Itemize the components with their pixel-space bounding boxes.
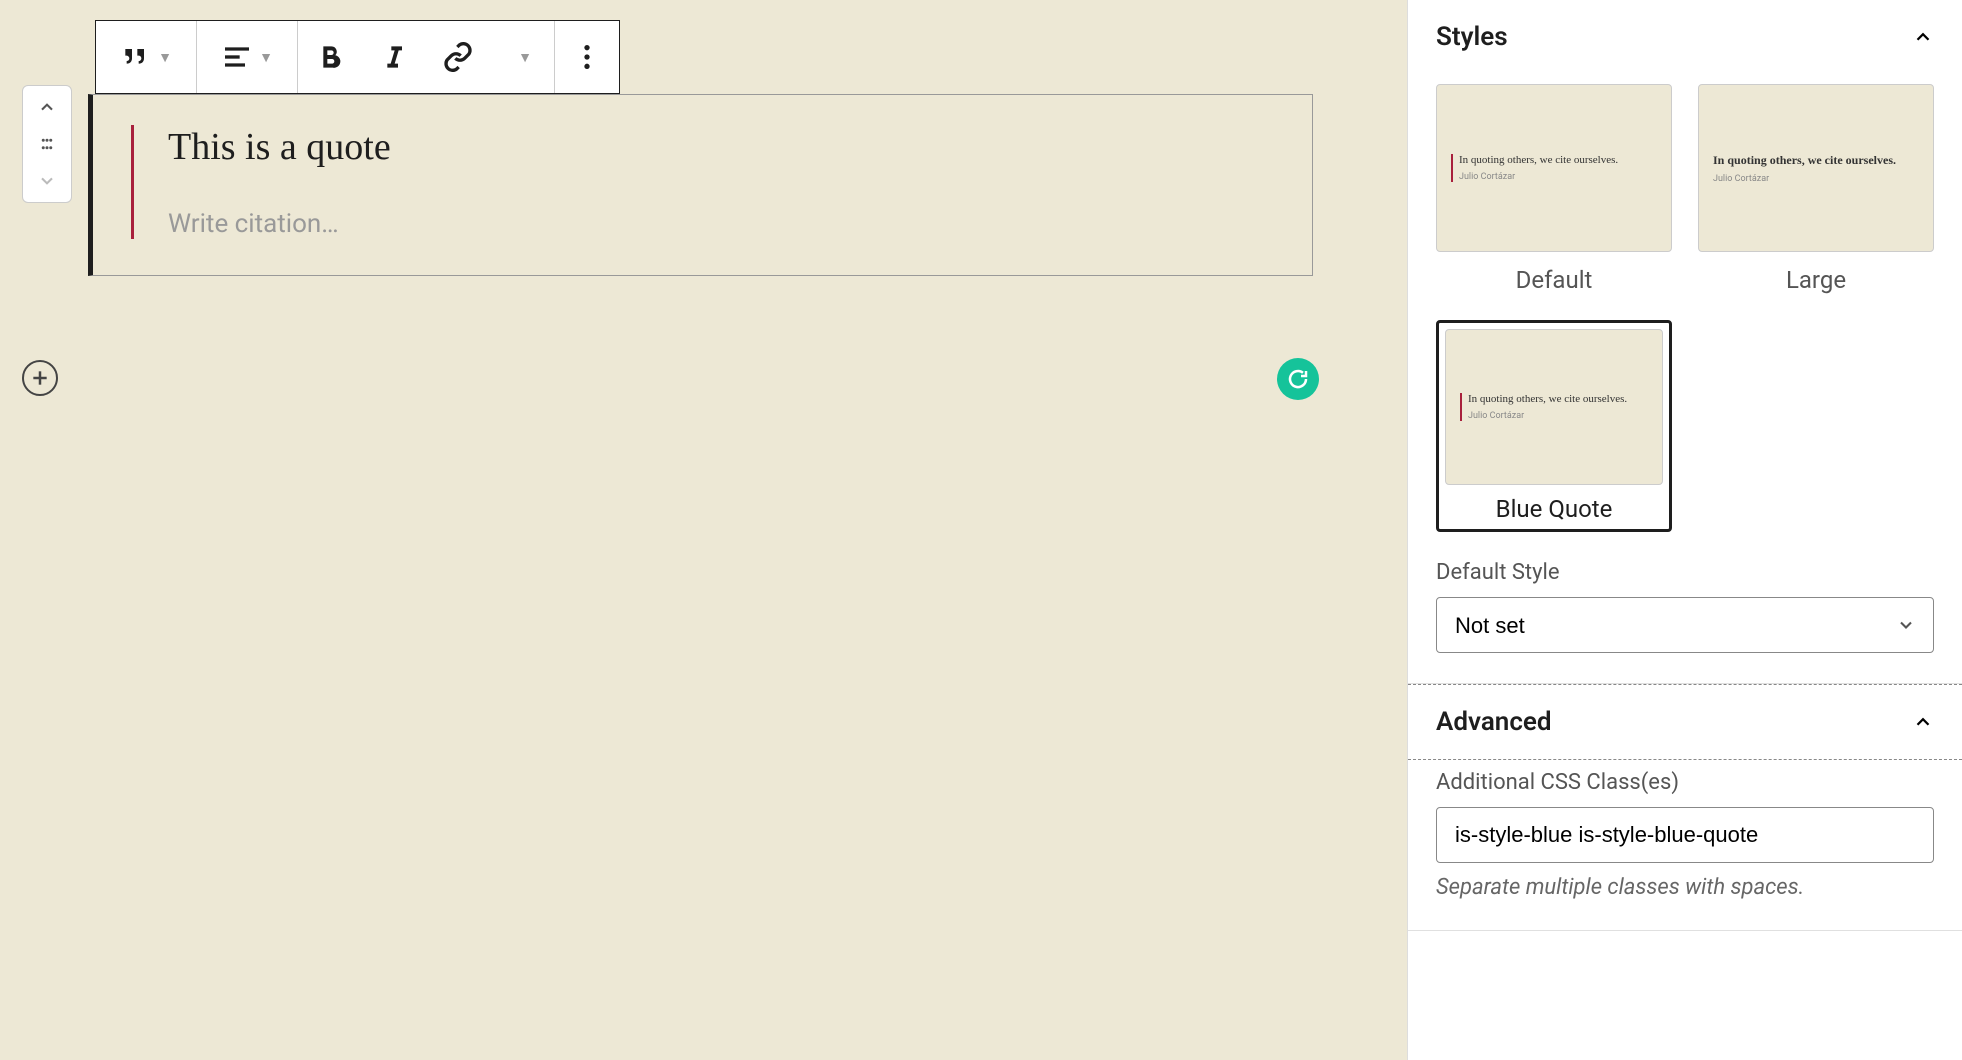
- default-style-select[interactable]: Not set: [1436, 597, 1934, 653]
- style-label: Blue Quote: [1445, 495, 1663, 523]
- style-option-default[interactable]: In quoting others, we cite ourselves. Ju…: [1436, 84, 1672, 294]
- citation-input[interactable]: Write citation…: [168, 209, 1274, 239]
- drag-handle[interactable]: [23, 126, 71, 162]
- block-type-button[interactable]: ▼: [96, 21, 196, 93]
- advanced-panel: Advanced Additional CSS Class(es) Separa…: [1408, 684, 1962, 931]
- chevron-up-icon: [1912, 711, 1934, 733]
- default-style-label: Default Style: [1436, 560, 1934, 585]
- chevron-down-icon: ▼: [259, 49, 273, 66]
- settings-sidebar: Styles In quoting others, we cite oursel…: [1407, 0, 1962, 1060]
- panel-title: Advanced: [1436, 707, 1552, 737]
- link-button[interactable]: [426, 21, 490, 93]
- move-up-button[interactable]: [23, 90, 71, 126]
- style-label: Default: [1436, 266, 1672, 294]
- grammarly-icon[interactable]: [1277, 358, 1319, 400]
- quote-text[interactable]: This is a quote: [168, 125, 1274, 169]
- css-classes-label: Additional CSS Class(es): [1436, 770, 1934, 795]
- move-down-button[interactable]: [23, 162, 71, 198]
- css-help-text: Separate multiple classes with spaces.: [1436, 875, 1934, 900]
- add-block-button[interactable]: [22, 360, 58, 396]
- panel-title: Styles: [1436, 22, 1508, 52]
- quote-block[interactable]: This is a quote Write citation…: [88, 94, 1313, 276]
- styles-panel: Styles In quoting others, we cite oursel…: [1408, 0, 1962, 684]
- chevron-down-icon: ▼: [518, 49, 532, 66]
- more-formatting-button[interactable]: ▼: [490, 21, 554, 93]
- style-option-blue-quote[interactable]: In quoting others, we cite ourselves. Ju…: [1436, 320, 1672, 532]
- css-classes-input[interactable]: [1436, 807, 1934, 863]
- align-button[interactable]: ▼: [197, 21, 297, 93]
- block-toolbar: ▼ ▼ ▼: [95, 20, 620, 94]
- style-option-large[interactable]: In quoting others, we cite ourselves. Ju…: [1698, 84, 1934, 294]
- chevron-down-icon: ▼: [158, 49, 172, 66]
- editor-canvas: ▼ ▼ ▼: [0, 0, 1407, 1060]
- block-mover: [22, 85, 72, 203]
- bold-button[interactable]: [298, 21, 362, 93]
- style-label: Large: [1698, 266, 1934, 294]
- more-options-button[interactable]: [555, 21, 619, 93]
- italic-button[interactable]: [362, 21, 426, 93]
- chevron-up-icon: [1912, 26, 1934, 48]
- advanced-panel-toggle[interactable]: Advanced: [1408, 684, 1962, 760]
- styles-grid: In quoting others, we cite ourselves. Ju…: [1436, 84, 1934, 532]
- styles-panel-toggle[interactable]: Styles: [1408, 0, 1962, 74]
